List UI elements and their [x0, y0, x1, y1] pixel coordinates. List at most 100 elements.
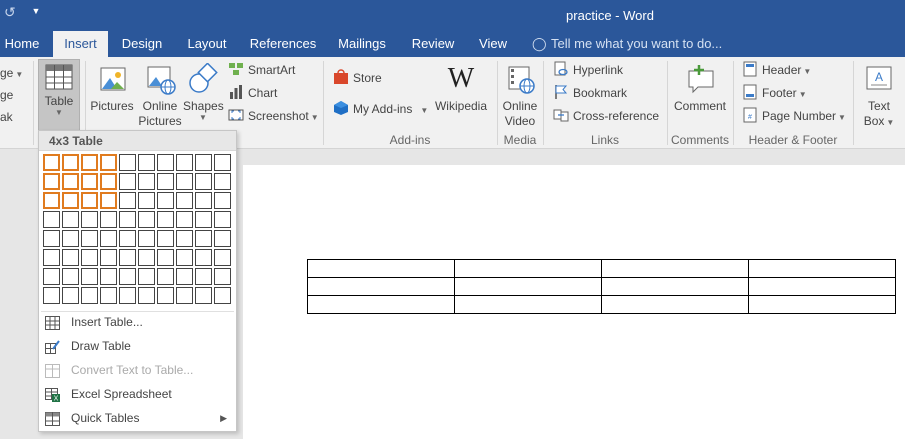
hyperlink-button[interactable]: Hyperlink: [553, 60, 623, 80]
grid-cell[interactable]: [138, 268, 155, 285]
wikipedia-button[interactable]: W Wikipedia: [432, 61, 490, 114]
grid-cell[interactable]: [119, 287, 136, 304]
header-button[interactable]: Header ▼: [742, 60, 811, 80]
grid-cell-selected[interactable]: [81, 154, 98, 171]
tab-insert[interactable]: Insert: [53, 31, 108, 57]
grid-cell[interactable]: [195, 230, 212, 247]
store-button[interactable]: Store: [333, 68, 382, 88]
grid-cell-selected[interactable]: [62, 154, 79, 171]
tab-home[interactable]: Home: [0, 31, 44, 57]
grid-cell[interactable]: [176, 211, 193, 228]
table-cell[interactable]: [454, 259, 602, 278]
grid-cell[interactable]: [43, 287, 60, 304]
grid-cell[interactable]: [176, 192, 193, 209]
tab-references[interactable]: References: [246, 31, 320, 57]
blank-page-button[interactable]: ge: [0, 85, 13, 105]
page-break-button[interactable]: ak: [0, 107, 13, 127]
grid-cell[interactable]: [157, 268, 174, 285]
grid-cell-selected[interactable]: [62, 192, 79, 209]
insert-table-item[interactable]: Insert Table...: [39, 311, 236, 333]
grid-cell[interactable]: [119, 268, 136, 285]
grid-cell[interactable]: [176, 154, 193, 171]
grid-cell[interactable]: [138, 192, 155, 209]
grid-cell[interactable]: [214, 192, 231, 209]
grid-cell-selected[interactable]: [81, 192, 98, 209]
grid-cell[interactable]: [195, 154, 212, 171]
undo-icon[interactable]: ↺: [4, 4, 20, 20]
grid-cell[interactable]: [176, 268, 193, 285]
table-cell[interactable]: [748, 277, 896, 296]
pictures-button[interactable]: Pictures: [89, 61, 135, 114]
cross-reference-button[interactable]: Cross-reference: [553, 106, 659, 126]
text-box-button[interactable]: A Text Box ▼: [858, 61, 900, 130]
grid-cell-selected[interactable]: [43, 192, 60, 209]
table-cell[interactable]: [307, 259, 455, 278]
table-cell[interactable]: [307, 277, 455, 296]
grid-cell[interactable]: [62, 268, 79, 285]
grid-cell[interactable]: [176, 287, 193, 304]
online-video-button[interactable]: Online Video: [499, 61, 541, 129]
grid-cell[interactable]: [214, 211, 231, 228]
shapes-button[interactable]: Shapes ▼: [183, 61, 224, 122]
comment-button[interactable]: Comment: [671, 61, 729, 114]
grid-cell[interactable]: [214, 154, 231, 171]
tab-view[interactable]: View: [473, 31, 513, 57]
grid-cell[interactable]: [176, 249, 193, 266]
online-pictures-button[interactable]: Online Pictures: [138, 61, 182, 129]
grid-cell[interactable]: [100, 249, 117, 266]
grid-cell[interactable]: [119, 154, 136, 171]
grid-cell[interactable]: [195, 249, 212, 266]
grid-cell[interactable]: [62, 230, 79, 247]
grid-cell-selected[interactable]: [43, 154, 60, 171]
tab-mailings[interactable]: Mailings: [333, 31, 391, 57]
grid-cell[interactable]: [157, 211, 174, 228]
grid-cell[interactable]: [100, 287, 117, 304]
grid-cell[interactable]: [157, 192, 174, 209]
draw-table-item[interactable]: Draw Table: [39, 335, 236, 357]
screenshot-button[interactable]: Screenshot ▼: [228, 106, 319, 126]
quick-tables-item[interactable]: Quick Tables ▶: [39, 407, 236, 429]
tab-layout[interactable]: Layout: [180, 31, 234, 57]
grid-cell[interactable]: [43, 230, 60, 247]
table-cell[interactable]: [601, 295, 749, 314]
grid-cell[interactable]: [81, 268, 98, 285]
grid-cell[interactable]: [157, 154, 174, 171]
grid-cell-selected[interactable]: [81, 173, 98, 190]
table-cell[interactable]: [454, 277, 602, 296]
grid-cell[interactable]: [100, 230, 117, 247]
grid-cell[interactable]: [214, 249, 231, 266]
bookmark-button[interactable]: Bookmark: [553, 83, 627, 103]
table-cell[interactable]: [748, 295, 896, 314]
table-cell[interactable]: [601, 277, 749, 296]
grid-cell[interactable]: [195, 192, 212, 209]
convert-text-to-table-item[interactable]: Convert Text to Table...: [39, 359, 236, 381]
grid-cell[interactable]: [119, 230, 136, 247]
footer-button[interactable]: Footer ▼: [742, 83, 807, 103]
grid-cell[interactable]: [43, 211, 60, 228]
grid-cell[interactable]: [81, 230, 98, 247]
table-button[interactable]: Table ▼: [38, 59, 80, 131]
grid-cell[interactable]: [138, 230, 155, 247]
table-cell[interactable]: [454, 295, 602, 314]
grid-cell-selected[interactable]: [100, 173, 117, 190]
grid-cell[interactable]: [195, 173, 212, 190]
table-cell[interactable]: [601, 259, 749, 278]
page-number-button[interactable]: # Page Number ▼: [742, 106, 846, 126]
grid-cell[interactable]: [81, 249, 98, 266]
grid-cell-selected[interactable]: [43, 173, 60, 190]
grid-cell[interactable]: [119, 192, 136, 209]
grid-cell[interactable]: [157, 287, 174, 304]
table-cell[interactable]: [748, 259, 896, 278]
grid-cell[interactable]: [138, 249, 155, 266]
grid-cell[interactable]: [214, 173, 231, 190]
grid-cell[interactable]: [62, 211, 79, 228]
cover-page-button[interactable]: ge ▼: [0, 63, 23, 83]
grid-cell[interactable]: [119, 211, 136, 228]
grid-cell[interactable]: [195, 287, 212, 304]
tab-review[interactable]: Review: [406, 31, 460, 57]
grid-cell[interactable]: [195, 211, 212, 228]
tab-design[interactable]: Design: [115, 31, 169, 57]
grid-cell[interactable]: [138, 173, 155, 190]
smartart-button[interactable]: SmartArt: [228, 60, 295, 80]
grid-cell-selected[interactable]: [100, 154, 117, 171]
